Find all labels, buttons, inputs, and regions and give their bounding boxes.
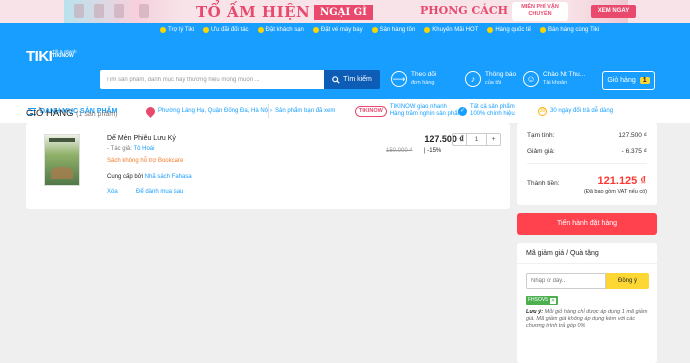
coupon-input[interactable]: [526, 273, 606, 289]
total-label: Thành tiền:: [527, 180, 560, 187]
logo-tagline: Tốt & nhanh TIKINOW: [52, 49, 77, 59]
coupon-note: Lưu ý: Mỗi giỏ hàng chỉ được áp dụng 1 m…: [526, 309, 648, 329]
total-value: 121.125 ₫: [597, 175, 646, 187]
applied-coupon-tag: FHSOV5 ✕: [526, 296, 559, 305]
subtotal-row: Tạm tính: 127.500 ₫: [527, 132, 647, 139]
product-name[interactable]: Dế Mèn Phiêu Lưu Ký: [107, 135, 176, 142]
account-button[interactable]: ☺ Chào Nt Thu... Tài khoản: [523, 71, 585, 87]
hotel-icon: [257, 27, 264, 33]
provider-link[interactable]: Nhã sách Fahasa: [145, 174, 192, 180]
banner-decoration: [64, 0, 182, 23]
checkout-button[interactable]: Tiến hành đặt hàng: [517, 213, 657, 235]
coupon-panel: Mã giảm giá / Quà tặng Đồng ý FHSOV5 ✕ L…: [517, 243, 657, 363]
vat-note: (Đã bao gồm VAT nếu có): [584, 189, 647, 195]
product-thumbnail[interactable]: [44, 134, 80, 186]
coupon-title: Mã giảm giá / Quà tặng: [526, 250, 599, 257]
page-title: GIỎ HÀNG (1 sản phẩm): [26, 108, 118, 119]
topnav-item[interactable]: Khuyến Mãi HOT: [424, 27, 478, 33]
discount-value: - 6.375 ₫: [621, 148, 647, 155]
location-selector[interactable]: Phường Láng Hạ, Quận Đống Đa, Hà Nội: [144, 99, 278, 123]
cart-count-badge: 1: [639, 77, 650, 84]
remove-coupon-icon[interactable]: ✕: [550, 297, 557, 304]
topnav-item[interactable]: Bán hàng cùng Tiki: [540, 27, 599, 33]
cart-item: Dế Mèn Phiêu Lưu Ký - Tác giả: Tô Hoài S…: [26, 123, 510, 209]
cart-item-count: (1 sản phẩm): [76, 111, 118, 118]
clearance-icon: [371, 27, 378, 33]
notifications-button[interactable]: ♪ Thông báo của tôi: [465, 71, 516, 87]
search-button[interactable]: Tìm kiếm: [324, 70, 380, 89]
topnav-item[interactable]: Hàng quốc tế: [487, 27, 531, 33]
search-input[interactable]: [100, 70, 325, 89]
topnav-item[interactable]: Ưu đãi đối tác: [203, 27, 249, 33]
provider: Cung cấp bởi Nhã sách Fahasa: [107, 174, 192, 180]
promo-banner[interactable]: TỔ ẤM HIỆN ĐẠI NGẠI GÌ PHONG CÁCH HÀN MI…: [0, 0, 690, 23]
author-link[interactable]: Tô Hoài: [133, 146, 154, 152]
increase-button[interactable]: +: [487, 134, 500, 145]
banner-badge: NGẠI GÌ: [314, 5, 373, 20]
decrease-button[interactable]: -: [453, 134, 466, 145]
tikinow-info[interactable]: TIKINOW TIKINOW giao nhanh Hàng trăm nghì…: [355, 99, 463, 123]
check-icon: ✓: [458, 106, 467, 116]
cart-button[interactable]: Giỏ hàng 1: [602, 71, 655, 90]
sell-icon: [540, 27, 547, 33]
topnav-item[interactable]: Trợ lý Tiki: [160, 27, 194, 33]
product-author: - Tác giả: Tô Hoài: [107, 146, 155, 152]
topnav-item[interactable]: Đặt khách sạn: [257, 27, 304, 33]
assistant-icon: [160, 27, 166, 33]
order-summary: Tạm tính: 127.500 ₫ Giảm giá: - 6.375 ₫ Th…: [517, 123, 657, 205]
returns-info: 30 30 ngày đổi trả dễ dàng: [538, 106, 614, 116]
search-icon: [332, 75, 340, 84]
discount-row: Giảm giá: - 6.375 ₫: [527, 148, 647, 155]
banner-free-ship: MIỄN PHÍ VẬN CHUYỂN: [512, 2, 568, 21]
save-for-later-link[interactable]: Để dành mua sau: [136, 189, 183, 195]
hot-deal-icon: [424, 27, 431, 33]
quantity-stepper: - 1 +: [452, 133, 501, 146]
site-header: Trợ lý Tiki Ưu đãi đối tác Đặt khách sạn…: [0, 23, 690, 123]
delete-link[interactable]: Xóa: [107, 189, 118, 195]
location-pin-icon: [144, 104, 157, 118]
user-icon: ☺: [523, 71, 539, 87]
topnav-item[interactable]: Sản hàng tồn: [371, 27, 415, 33]
return-30-icon: 30: [538, 106, 547, 116]
item-discount: | -15%: [424, 148, 442, 154]
top-nav: Trợ lý Tiki Ưu đãi đối tác Đặt khách sạn…: [160, 23, 599, 37]
genuine-info: ✓ Tất cả sản phẩm 100% chính hiệu: [458, 104, 515, 117]
partner-icon: [203, 27, 210, 33]
topnav-item[interactable]: Đặt vé máy bay: [312, 27, 363, 33]
item-old-price: 150.000 ₫: [386, 148, 413, 154]
track-orders-button[interactable]: ⟶ Theo dõi đơn hàng: [391, 71, 436, 87]
tiki-logo[interactable]: TIKI: [26, 48, 53, 65]
chevron-right-icon: ›: [270, 107, 272, 114]
plane-icon: [312, 27, 319, 33]
truck-icon: ⟶: [391, 71, 407, 87]
banner-cta-button[interactable]: XEM NGAY: [591, 5, 636, 18]
viewed-products-link[interactable]: › Sản phẩm bạn đã xem: [270, 99, 335, 123]
bookcare-note: Sách không hỗ trợ Bookcare: [107, 158, 184, 164]
tikinow-badge: TIKINOW: [355, 105, 387, 117]
subtotal-value: 127.500 ₫: [618, 132, 647, 139]
global-icon: [487, 27, 494, 33]
quantity-input[interactable]: 1: [466, 134, 487, 145]
bell-icon: ♪: [465, 71, 481, 87]
apply-coupon-button[interactable]: Đồng ý: [606, 273, 649, 289]
